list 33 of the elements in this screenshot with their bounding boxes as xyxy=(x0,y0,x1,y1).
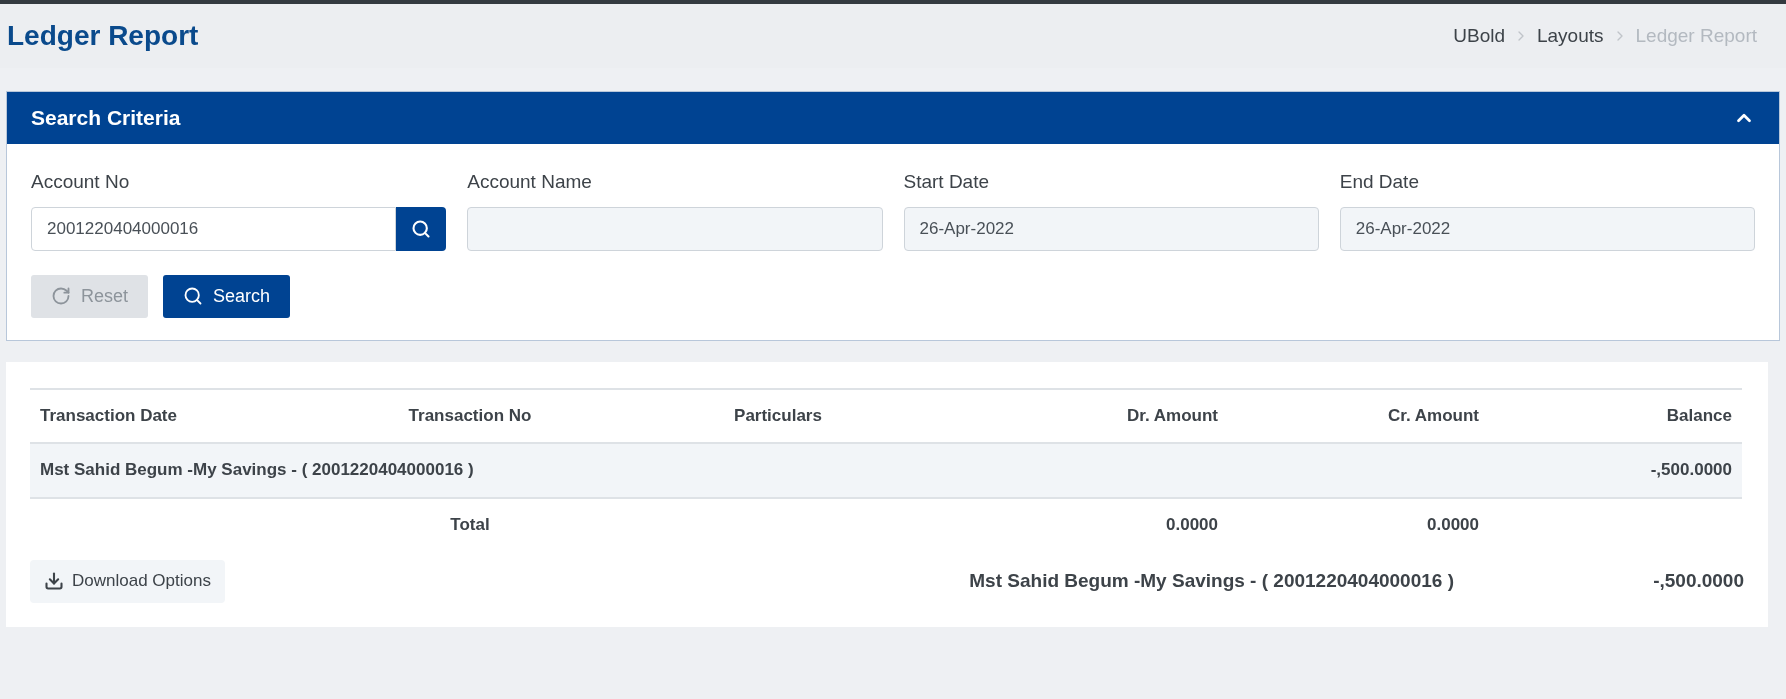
search-icon xyxy=(183,286,204,306)
balance-cell: -,500.0000 xyxy=(1489,442,1742,498)
input-field[interactable]: 26-Apr-2022 xyxy=(1339,206,1755,251)
breadcrumb-item: Ledger Report xyxy=(1635,23,1757,48)
input-field[interactable]: 26-Apr-2022 xyxy=(903,206,1319,251)
breadcrumb-item[interactable]: Layouts xyxy=(1537,21,1604,51)
total-label: Total xyxy=(330,497,610,552)
panel-title: Search Criteria xyxy=(31,105,181,132)
search-button[interactable] xyxy=(396,206,447,251)
column-header: Transaction No xyxy=(330,388,610,443)
field-label: Start Date xyxy=(903,170,991,194)
column-header: Transaction Date xyxy=(30,388,330,443)
total-cell: 0.0000 xyxy=(946,497,1228,552)
input-field[interactable]: 2001220404000016 xyxy=(31,206,397,251)
column-header: Balance xyxy=(1489,388,1742,443)
account-summary: Mst Sahid Begum -My Savings - ( 2001220404000016 ) xyxy=(969,568,1454,593)
search-button[interactable]: Search xyxy=(163,274,291,318)
column-header: Particulars xyxy=(610,388,946,443)
search-icon xyxy=(411,218,432,239)
balance-summary: -,500.0000 xyxy=(1652,568,1744,593)
column-header: Dr. Amount xyxy=(946,388,1228,443)
refresh-icon xyxy=(51,286,71,306)
download-icon xyxy=(44,571,64,591)
breadcrumb-item[interactable]: UBold xyxy=(1453,21,1505,51)
page-title: Ledger Report xyxy=(7,19,199,53)
group-title-cell: Mst Sahid Begum -My Savings - ( 2001220404000016 ) xyxy=(30,442,1489,498)
input-field[interactable] xyxy=(467,206,883,251)
column-header: Cr. Amount xyxy=(1228,388,1489,443)
field-label: End Date xyxy=(1339,170,1420,194)
total-cell: 0.0000 xyxy=(1228,497,1489,552)
field-label: Account Name xyxy=(467,170,593,194)
download-button[interactable]: Download Options xyxy=(30,559,225,603)
field-label: Account No xyxy=(31,170,131,194)
